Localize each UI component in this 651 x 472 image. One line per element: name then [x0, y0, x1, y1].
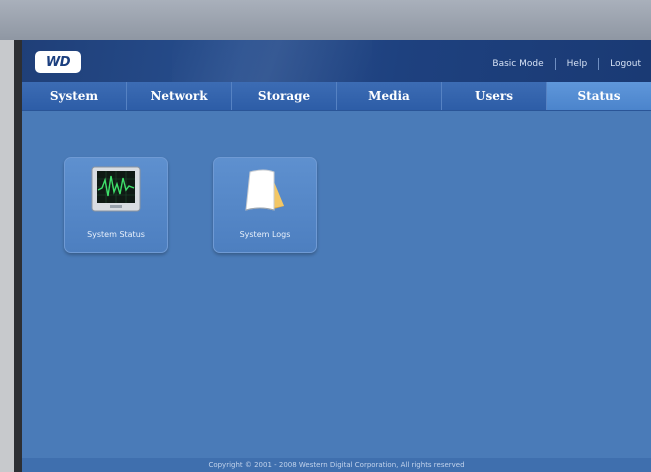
tab-status[interactable]: Status — [547, 82, 651, 110]
header-sheen — [172, 40, 372, 82]
header-bar: WD Basic Mode Help Logout — [22, 40, 651, 82]
tab-storage[interactable]: Storage — [232, 82, 337, 110]
system-logs-tile[interactable]: System Logs — [213, 157, 317, 253]
logout-link[interactable]: Logout — [599, 59, 641, 69]
system-status-tile[interactable]: System Status — [64, 157, 168, 253]
header-links: Basic Mode Help Logout — [481, 58, 641, 70]
wd-logo[interactable]: WD — [35, 51, 81, 73]
help-link[interactable]: Help — [556, 59, 599, 69]
notepad-icon — [245, 169, 284, 211]
tab-network[interactable]: Network — [127, 82, 232, 110]
tab-media[interactable]: Media — [337, 82, 442, 110]
main-nav: System Network Storage Media Users Statu… — [22, 82, 651, 111]
system-status-label: System Status — [87, 230, 145, 239]
window-top-strip — [0, 0, 651, 40]
app-frame: WD Basic Mode Help Logout System Network… — [14, 40, 651, 472]
main-panel: WD Basic Mode Help Logout System Network… — [22, 40, 651, 472]
system-logs-label: System Logs — [239, 230, 291, 239]
tab-users[interactable]: Users — [442, 82, 547, 110]
basic-mode-link[interactable]: Basic Mode — [481, 59, 554, 69]
tab-system[interactable]: System — [22, 82, 127, 110]
monitor-icon — [91, 166, 141, 212]
logo-text: WD — [45, 54, 71, 70]
footer-copyright: Copyright © 2001 - 2008 Western Digital … — [22, 458, 651, 472]
